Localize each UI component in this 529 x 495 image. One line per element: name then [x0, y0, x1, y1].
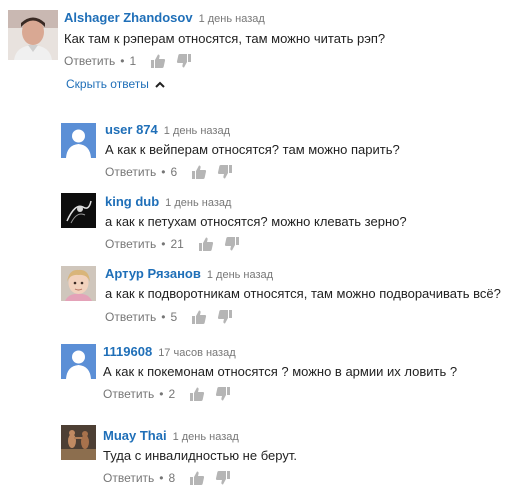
reply-button[interactable]: Ответить: [105, 309, 156, 325]
thumbs-up-icon: [192, 310, 207, 324]
avatar[interactable]: [61, 123, 96, 158]
reply-button[interactable]: Ответить: [105, 164, 156, 180]
hide-replies-label: Скрыть ответы: [66, 77, 149, 91]
author-name[interactable]: Alshager Zhandosov: [64, 10, 193, 25]
default-user-icon: [61, 344, 96, 379]
separator-dot: •: [159, 387, 164, 401]
like-button[interactable]: [150, 53, 166, 69]
avatar[interactable]: [61, 425, 96, 460]
like-count: 21: [170, 237, 184, 251]
reply-button[interactable]: Ответить: [105, 236, 156, 252]
author-name[interactable]: king dub: [105, 194, 159, 209]
thumbs-down-icon: [224, 237, 239, 251]
user-photo-icon: [61, 266, 96, 301]
dislike-button[interactable]: [217, 309, 233, 325]
thumbs-down-icon: [218, 310, 233, 324]
like-count: 5: [170, 310, 178, 324]
author-name[interactable]: user 874: [105, 122, 158, 137]
avatar[interactable]: [61, 344, 96, 379]
author-name[interactable]: Muay Thai: [103, 428, 167, 443]
comment-text: а как к петухам относятся? можно клевать…: [105, 214, 407, 229]
like-count: 2: [168, 387, 176, 401]
reply-button[interactable]: Ответить: [103, 386, 154, 402]
like-count: 8: [168, 471, 176, 485]
thumbs-down-icon: [216, 387, 231, 401]
reply-comment: user 874 1 день назад А как к вейперам от…: [0, 118, 529, 190]
separator-dot: •: [159, 471, 164, 485]
reply-button[interactable]: Ответить: [64, 53, 115, 69]
thumbs-down-icon: [216, 471, 231, 485]
dislike-button[interactable]: [176, 53, 192, 69]
hide-replies-toggle[interactable]: Скрыть ответы: [66, 76, 165, 92]
like-count: 6: [170, 165, 178, 179]
like-button[interactable]: [198, 236, 214, 252]
timestamp[interactable]: 1 день назад: [199, 13, 265, 25]
chevron-up-icon: [155, 81, 165, 88]
thumbs-up-icon: [198, 237, 213, 251]
dislike-button[interactable]: [217, 164, 233, 180]
timestamp[interactable]: 17 часов назад: [158, 347, 235, 359]
author-name[interactable]: 1119608: [103, 344, 152, 359]
author-name[interactable]: Артур Рязанов: [105, 266, 201, 281]
dislike-button[interactable]: [215, 386, 231, 402]
user-photo-icon: [8, 10, 58, 60]
like-count: 1: [129, 54, 137, 68]
timestamp[interactable]: 1 день назад: [165, 197, 231, 209]
comment-text: А как к вейперам относятся? там можно па…: [105, 142, 400, 157]
separator-dot: •: [120, 54, 125, 68]
like-button[interactable]: [189, 386, 205, 402]
avatar[interactable]: [61, 193, 96, 228]
timestamp[interactable]: 1 день назад: [164, 125, 230, 137]
reply-comment: Muay Thai 1 день назад Туда с инвалидност…: [0, 422, 529, 495]
thumbs-up-icon: [190, 471, 205, 485]
user-photo-icon: [61, 425, 96, 460]
like-button[interactable]: [191, 164, 207, 180]
comment-text: а как к подворотникам относятся, там мож…: [105, 286, 501, 301]
reply-comment: Артур Рязанов 1 день назад а как к подвор…: [0, 262, 529, 338]
avatar[interactable]: [8, 10, 58, 60]
dislike-button[interactable]: [224, 236, 240, 252]
reply-button[interactable]: Ответить: [103, 470, 154, 486]
thumbs-up-icon: [151, 54, 166, 68]
reply-comment: 1119608 17 часов назад А как к покемонам …: [0, 340, 529, 416]
thumbs-down-icon: [218, 165, 233, 179]
user-photo-icon: [61, 193, 96, 228]
top-comment: Alshager Zhandosov 1 день назад Как там к…: [0, 0, 529, 100]
default-user-icon: [61, 123, 96, 158]
separator-dot: •: [161, 165, 166, 179]
thumbs-down-icon: [177, 54, 192, 68]
comment-text: Как там к рэперам относятся, там можно ч…: [64, 31, 386, 46]
timestamp[interactable]: 1 день назад: [207, 269, 273, 281]
thumbs-up-icon: [190, 387, 205, 401]
comment-text: Туда с инвалидностью не берут.: [103, 448, 297, 463]
dislike-button[interactable]: [215, 470, 231, 486]
avatar[interactable]: [61, 266, 96, 301]
comment-text: А как к покемонам относятся ? можно в ар…: [103, 364, 458, 379]
separator-dot: •: [161, 237, 166, 251]
thumbs-up-icon: [192, 165, 207, 179]
timestamp[interactable]: 1 день назад: [173, 431, 239, 443]
like-button[interactable]: [189, 470, 205, 486]
like-button[interactable]: [191, 309, 207, 325]
reply-comment: king dub 1 день назад а как к петухам отн…: [0, 190, 529, 262]
separator-dot: •: [161, 310, 166, 324]
